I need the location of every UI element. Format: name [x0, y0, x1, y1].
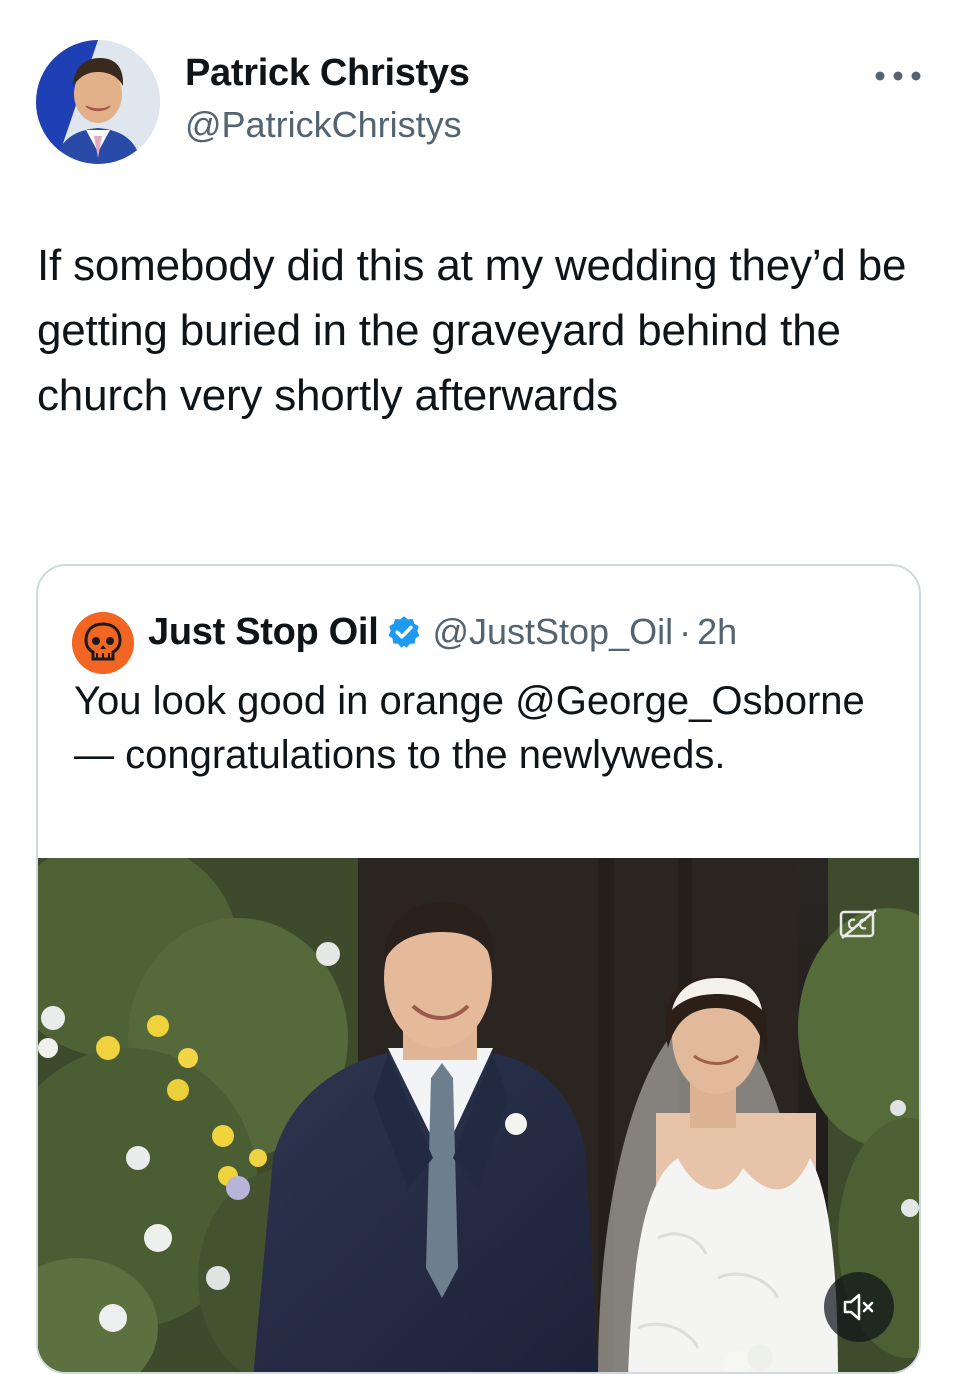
author-avatar[interactable]	[36, 40, 160, 164]
quoted-tweet-video[interactable]	[38, 858, 919, 1372]
quoted-tweet-card[interactable]: Just Stop Oil @JustStop_Oil · 2h You loo…	[36, 564, 921, 1374]
ellipsis-icon	[875, 71, 921, 81]
quoted-tweet-text: You look good in orange @George_Osborne …	[74, 679, 865, 777]
quoted-author-name[interactable]: Just Stop Oil	[148, 611, 379, 654]
wedding-video-frame	[38, 858, 919, 1372]
more-options-button[interactable]	[868, 58, 928, 94]
quoted-tweet-timestamp[interactable]: 2h	[697, 611, 737, 653]
quoted-author-handle[interactable]: @JustStop_Oil	[432, 611, 673, 653]
unmute-button[interactable]	[824, 1272, 894, 1342]
separator-dot: ·	[679, 611, 692, 652]
author-name[interactable]: Patrick Christys	[185, 52, 470, 95]
author-handle[interactable]: @PatrickChristys	[185, 104, 462, 146]
muted-speaker-icon	[843, 1293, 874, 1321]
closed-captions-off-icon	[839, 909, 877, 939]
author-avatar-image	[36, 40, 160, 164]
quoted-tweet-header: Just Stop Oil @JustStop_Oil · 2h	[148, 608, 737, 656]
verified-badge-icon	[389, 616, 420, 648]
quoted-author-avatar[interactable]	[72, 612, 134, 674]
captions-button[interactable]	[838, 908, 878, 940]
skull-logo-icon	[72, 612, 134, 674]
tweet-text: If somebody did this at my wedding they’…	[37, 241, 907, 420]
